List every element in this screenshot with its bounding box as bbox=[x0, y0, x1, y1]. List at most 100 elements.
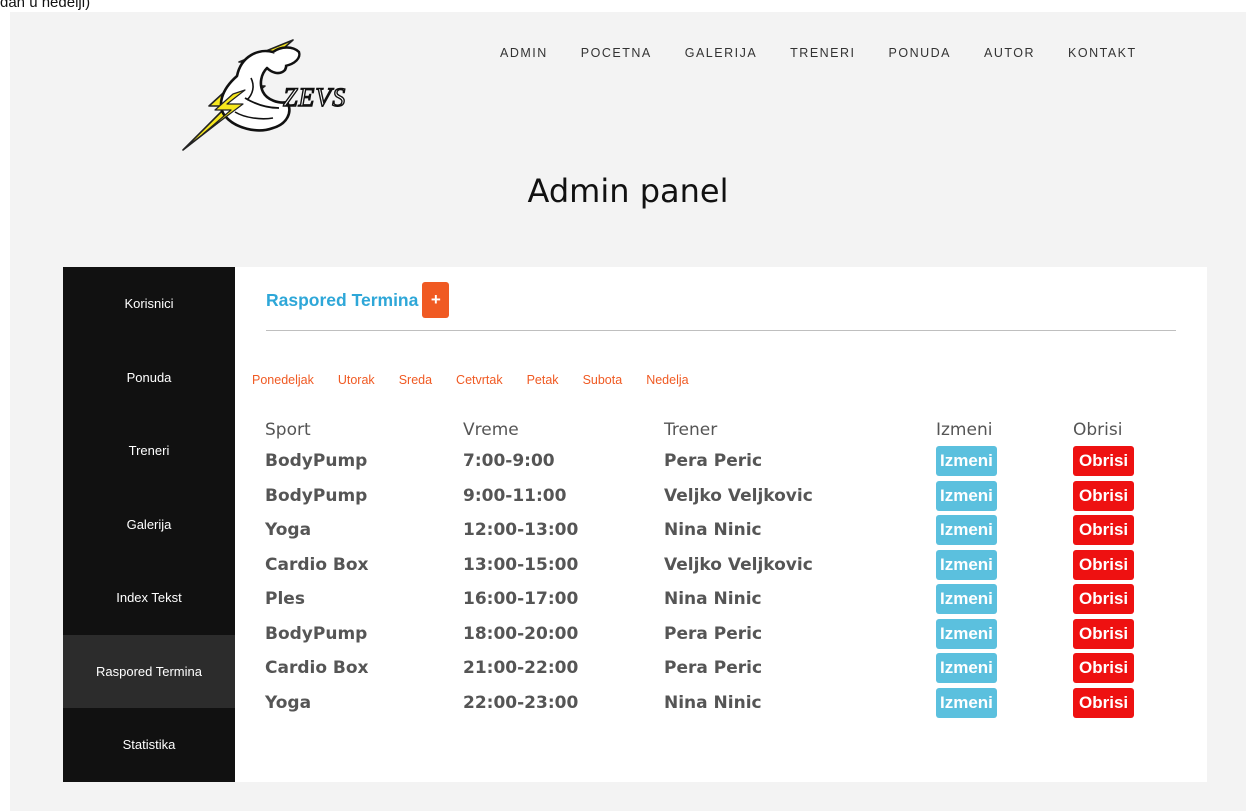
delete-button[interactable]: Obrisi bbox=[1073, 618, 1135, 649]
nav-ponuda[interactable]: PONUDA bbox=[889, 46, 951, 60]
cell-obrisi: Obrisi bbox=[1073, 582, 1173, 617]
edit-button[interactable]: Izmeni bbox=[936, 653, 997, 684]
add-termin-button[interactable]: + bbox=[422, 282, 450, 318]
delete-button[interactable]: Obrisi bbox=[1073, 549, 1135, 580]
cell-sport: BodyPump bbox=[265, 485, 368, 506]
delete-button[interactable]: Obrisi bbox=[1073, 480, 1135, 511]
day-link-sreda[interactable]: Sreda bbox=[399, 373, 432, 387]
section-divider bbox=[266, 330, 1176, 331]
sidebar-item-index-tekst[interactable]: Index Tekst bbox=[63, 561, 235, 635]
cell-trener: Pera Peric bbox=[664, 451, 763, 472]
day-link-ponedeljak[interactable]: Ponedeljak bbox=[252, 373, 314, 387]
cell-vreme: 13:00-15:00 bbox=[463, 554, 579, 575]
nav-kontakt[interactable]: KONTAKT bbox=[1068, 46, 1137, 60]
nav-admin[interactable]: ADMIN bbox=[500, 46, 548, 60]
cell-obrisi: Obrisi bbox=[1073, 651, 1173, 686]
table-row: BodyPump 7:00-9:00 Pera Peric Izmeni Obr… bbox=[265, 444, 1173, 479]
nav-pocetna[interactable]: POCETNA bbox=[581, 46, 652, 60]
table-row: BodyPump 18:00-20:00 Pera Peric Izmeni O… bbox=[265, 617, 1173, 652]
cell-vreme: 22:00-23:00 bbox=[463, 692, 579, 713]
sidebar-item-korisnici[interactable]: Korisnici bbox=[63, 267, 235, 341]
page-container: ZEVS ADMIN POCETNA GALERIJA TRENERI PONU… bbox=[10, 12, 1246, 811]
cell-obrisi: Obrisi bbox=[1073, 513, 1173, 548]
cell-vreme: 7:00-9:00 bbox=[463, 451, 555, 472]
top-note-text: dan u nedelji) bbox=[0, 0, 91, 11]
cell-izmeni: Izmeni bbox=[936, 617, 1073, 652]
cell-sport: Yoga bbox=[265, 520, 312, 541]
cell-obrisi: Obrisi bbox=[1073, 444, 1173, 479]
cell-vreme: 18:00-20:00 bbox=[463, 623, 579, 644]
header-vreme: Vreme bbox=[463, 420, 519, 440]
admin-sidebar: Korisnici Ponuda Treneri Galerija Index … bbox=[63, 267, 235, 782]
cell-trener: Veljko Veljkovic bbox=[664, 554, 813, 575]
delete-button[interactable]: Obrisi bbox=[1073, 446, 1135, 477]
cell-izmeni: Izmeni bbox=[936, 479, 1073, 514]
header-obrisi: Obrisi bbox=[1073, 420, 1123, 440]
table-row: Cardio Box 21:00-22:00 Pera Peric Izmeni… bbox=[265, 651, 1173, 686]
cell-izmeni: Izmeni bbox=[936, 548, 1073, 583]
edit-button[interactable]: Izmeni bbox=[936, 687, 997, 718]
cell-izmeni: Izmeni bbox=[936, 582, 1073, 617]
table-row: Ples 16:00-17:00 Nina Ninic Izmeni Obris… bbox=[265, 582, 1173, 617]
nav-galerija[interactable]: GALERIJA bbox=[685, 46, 757, 60]
table-row: Yoga 22:00-23:00 Nina Ninic Izmeni Obris… bbox=[265, 686, 1173, 721]
edit-button[interactable]: Izmeni bbox=[936, 549, 997, 580]
logo-graphic: ZEVS bbox=[182, 39, 346, 151]
day-filter: Ponedeljak Utorak Sreda Cetvrtak Petak S… bbox=[252, 373, 713, 387]
edit-button[interactable]: Izmeni bbox=[936, 618, 997, 649]
delete-button[interactable]: Obrisi bbox=[1073, 584, 1135, 615]
cell-sport: Ples bbox=[265, 589, 305, 610]
cell-trener: Nina Ninic bbox=[664, 692, 762, 713]
edit-button[interactable]: Izmeni bbox=[936, 480, 997, 511]
sidebar-item-ponuda[interactable]: Ponuda bbox=[63, 341, 235, 415]
day-link-petak[interactable]: Petak bbox=[527, 373, 559, 387]
day-link-subota[interactable]: Subota bbox=[583, 373, 623, 387]
cell-sport: Cardio Box bbox=[265, 658, 369, 679]
cell-obrisi: Obrisi bbox=[1073, 479, 1173, 514]
delete-button[interactable]: Obrisi bbox=[1073, 687, 1135, 718]
sidebar-item-galerija[interactable]: Galerija bbox=[63, 488, 235, 562]
cell-trener: Pera Peric bbox=[664, 623, 763, 644]
nav-autor[interactable]: AUTOR bbox=[984, 46, 1035, 60]
main-content: Raspored Termina + Ponedeljak Utorak Sre… bbox=[235, 267, 1207, 782]
zevs-logo[interactable]: ZEVS bbox=[175, 38, 375, 156]
table-row: Cardio Box 13:00-15:00 Veljko Veljkovic … bbox=[265, 548, 1173, 583]
cell-trener: Nina Ninic bbox=[664, 520, 762, 541]
edit-button[interactable]: Izmeni bbox=[936, 446, 997, 477]
sidebar-item-statistika[interactable]: Statistika bbox=[63, 708, 235, 782]
day-link-utorak[interactable]: Utorak bbox=[338, 373, 375, 387]
section-title: Raspored Termina bbox=[266, 289, 419, 310]
edit-button[interactable]: Izmeni bbox=[936, 584, 997, 615]
main-nav: ADMIN POCETNA GALERIJA TRENERI PONUDA AU… bbox=[500, 46, 1137, 60]
logo-text: ZEVS bbox=[283, 83, 346, 112]
header-izmeni: Izmeni bbox=[936, 420, 993, 440]
table-row: BodyPump 9:00-11:00 Veljko Veljkovic Izm… bbox=[265, 479, 1173, 514]
cell-sport: Yoga bbox=[265, 692, 312, 713]
header-sport: Sport bbox=[265, 420, 311, 440]
cell-sport: BodyPump bbox=[265, 623, 368, 644]
cell-trener: Veljko Veljkovic bbox=[664, 485, 813, 506]
cell-obrisi: Obrisi bbox=[1073, 617, 1173, 652]
cell-izmeni: Izmeni bbox=[936, 686, 1073, 721]
cell-vreme: 12:00-13:00 bbox=[463, 520, 579, 541]
cell-trener: Pera Peric bbox=[664, 658, 763, 679]
table-row: Yoga 12:00-13:00 Nina Ninic Izmeni Obris… bbox=[265, 513, 1173, 548]
cell-obrisi: Obrisi bbox=[1073, 686, 1173, 721]
cell-vreme: 21:00-22:00 bbox=[463, 658, 579, 679]
sidebar-item-raspored-termina[interactable]: Raspored Termina bbox=[63, 634, 235, 708]
section-header: Raspored Termina + bbox=[266, 282, 450, 318]
day-link-cetvrtak[interactable]: Cetvrtak bbox=[456, 373, 503, 387]
cell-obrisi: Obrisi bbox=[1073, 548, 1173, 583]
nav-treneri[interactable]: TRENERI bbox=[790, 46, 855, 60]
cell-izmeni: Izmeni bbox=[936, 651, 1073, 686]
cell-trener: Nina Ninic bbox=[664, 589, 762, 610]
cell-sport: Cardio Box bbox=[265, 554, 369, 575]
cell-izmeni: Izmeni bbox=[936, 513, 1073, 548]
edit-button[interactable]: Izmeni bbox=[936, 515, 997, 546]
table-header-row: Sport Vreme Trener Izmeni Obrisi bbox=[265, 416, 1173, 444]
delete-button[interactable]: Obrisi bbox=[1073, 653, 1135, 684]
sidebar-item-treneri[interactable]: Treneri bbox=[63, 414, 235, 488]
day-link-nedelja[interactable]: Nedelja bbox=[646, 373, 688, 387]
delete-button[interactable]: Obrisi bbox=[1073, 515, 1135, 546]
header-trener: Trener bbox=[664, 420, 718, 440]
